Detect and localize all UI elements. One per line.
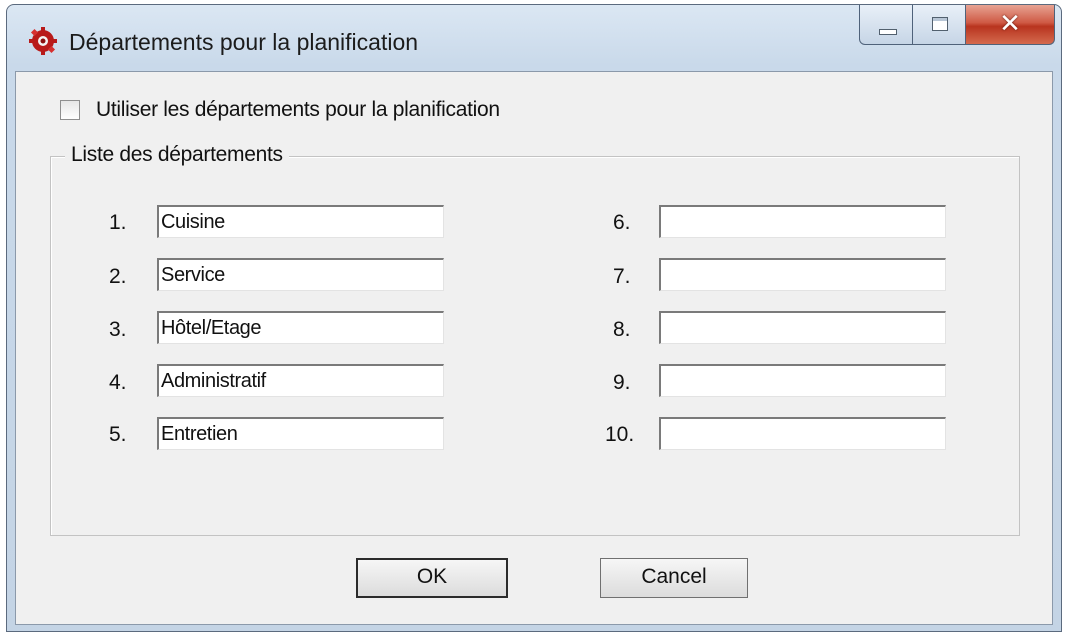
department-number: 5. [109,423,127,446]
app-icon [29,27,57,55]
department-number: 2. [109,265,127,288]
maximize-icon [932,17,948,31]
department-field-7[interactable] [659,258,946,291]
department-number: 10. [605,423,635,446]
dialog-client-area: Utiliser les départements pour la planif… [15,71,1053,625]
department-number: 1. [109,211,127,234]
department-number: 8. [613,318,631,341]
ok-button[interactable]: OK [356,558,508,598]
department-field-3[interactable]: Hôtel/Etage [157,311,444,344]
department-field-1[interactable]: Cuisine [157,205,444,238]
department-field-5[interactable]: Entretien [157,417,444,450]
maximize-button[interactable] [912,5,966,45]
window-title: Départements pour la planification [69,29,419,55]
department-field-8[interactable] [659,311,946,344]
use-departments-checkbox[interactable] [60,100,80,120]
department-number: 6. [613,211,631,234]
use-departments-label[interactable]: Utiliser les départements pour la planif… [96,98,500,122]
department-number: 9. [613,371,631,394]
department-field-6[interactable] [659,205,946,238]
dialog-window: Départements pour la planification ✕ Uti… [6,4,1062,632]
departments-group-legend: Liste des départements [65,143,289,167]
minimize-button[interactable] [859,5,913,45]
department-field-4[interactable]: Administratif [157,364,444,397]
department-field-2[interactable]: Service [157,258,444,291]
departments-group: Liste des départements 1. Cuisine 2. Ser… [50,143,1020,536]
department-number: 4. [109,371,127,394]
cancel-button[interactable]: Cancel [600,558,748,598]
department-field-10[interactable] [659,417,946,450]
title-bar[interactable]: Départements pour la planification ✕ [7,5,1061,71]
close-button[interactable]: ✕ [965,5,1055,45]
department-number: 7. [613,265,631,288]
close-icon: ✕ [999,9,1021,39]
department-field-9[interactable] [659,364,946,397]
department-number: 3. [109,318,127,341]
minimize-icon [879,29,897,35]
